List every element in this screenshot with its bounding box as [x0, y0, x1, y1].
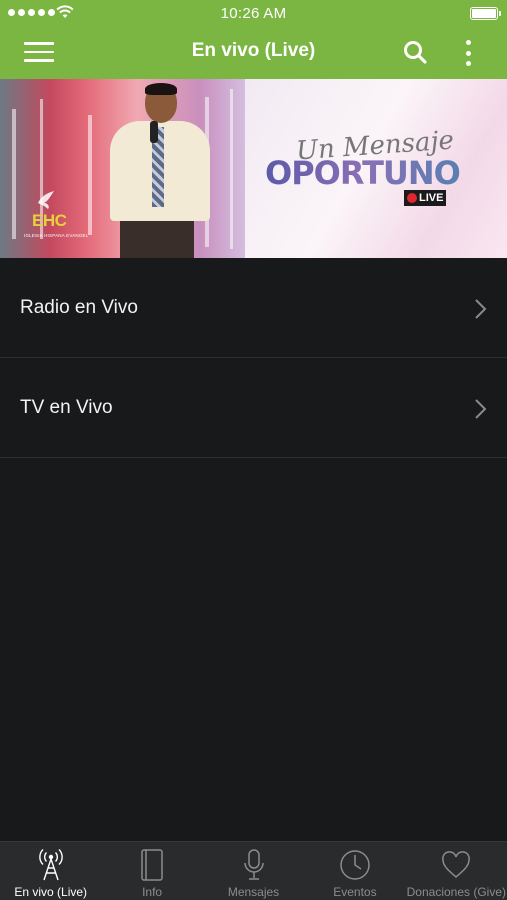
tab-label: En vivo (Live): [14, 885, 88, 899]
church-logo: EHC IGLESIA HISPANA EVANGEL: [22, 189, 88, 251]
chevron-right-icon: [475, 399, 487, 419]
app-header: 10:26 AM En vivo (Live): [0, 0, 507, 79]
battery-icon: [470, 7, 501, 20]
broadcast-tower-icon: [38, 849, 63, 881]
tab-label: Mensajes: [227, 885, 280, 899]
microphone-icon: [243, 849, 264, 880]
dove-icon: [38, 191, 54, 209]
list-item-label: Radio en Vivo: [20, 296, 138, 318]
tab-live[interactable]: En vivo (Live): [0, 842, 101, 900]
tab-info[interactable]: Info: [101, 842, 202, 900]
tab-bar: En vivo (Live) Info Mensajes Eventos Don…: [0, 841, 507, 900]
microphone-prop: [150, 121, 158, 143]
page-title: En vivo (Live): [191, 40, 316, 61]
clock-icon: [340, 850, 370, 880]
tab-events[interactable]: Eventos: [304, 842, 405, 900]
list-item-tv[interactable]: TV en Vivo: [0, 358, 507, 458]
live-badge: LIVE: [404, 190, 447, 206]
more-vertical-icon: [465, 40, 471, 45]
search-icon[interactable]: [402, 39, 428, 65]
chevron-right-icon: [475, 299, 487, 319]
list-item-label: TV en Vivo: [20, 396, 113, 418]
status-bar: 10:26 AM: [0, 0, 507, 26]
tab-label: Donaciones (Give): [406, 885, 507, 899]
live-banner-image[interactable]: EHC IGLESIA HISPANA EVANGEL Un Mensaje O…: [0, 79, 507, 258]
tab-donations[interactable]: Donaciones (Give): [406, 842, 507, 900]
banner-headline: OPORTUNO: [265, 154, 461, 192]
more-options-button[interactable]: [458, 38, 478, 68]
navigation-bar: En vivo (Live): [0, 26, 507, 79]
book-icon: [141, 849, 163, 881]
status-time: 10:26 AM: [220, 5, 287, 22]
tab-label: Info: [142, 885, 163, 899]
tab-label: Eventos: [333, 885, 377, 899]
list-item-radio[interactable]: Radio en Vivo: [0, 258, 507, 358]
live-options-list: Radio en Vivo TV en Vivo: [0, 258, 507, 458]
heart-icon: [442, 851, 471, 878]
tab-messages[interactable]: Mensajes: [203, 842, 304, 900]
